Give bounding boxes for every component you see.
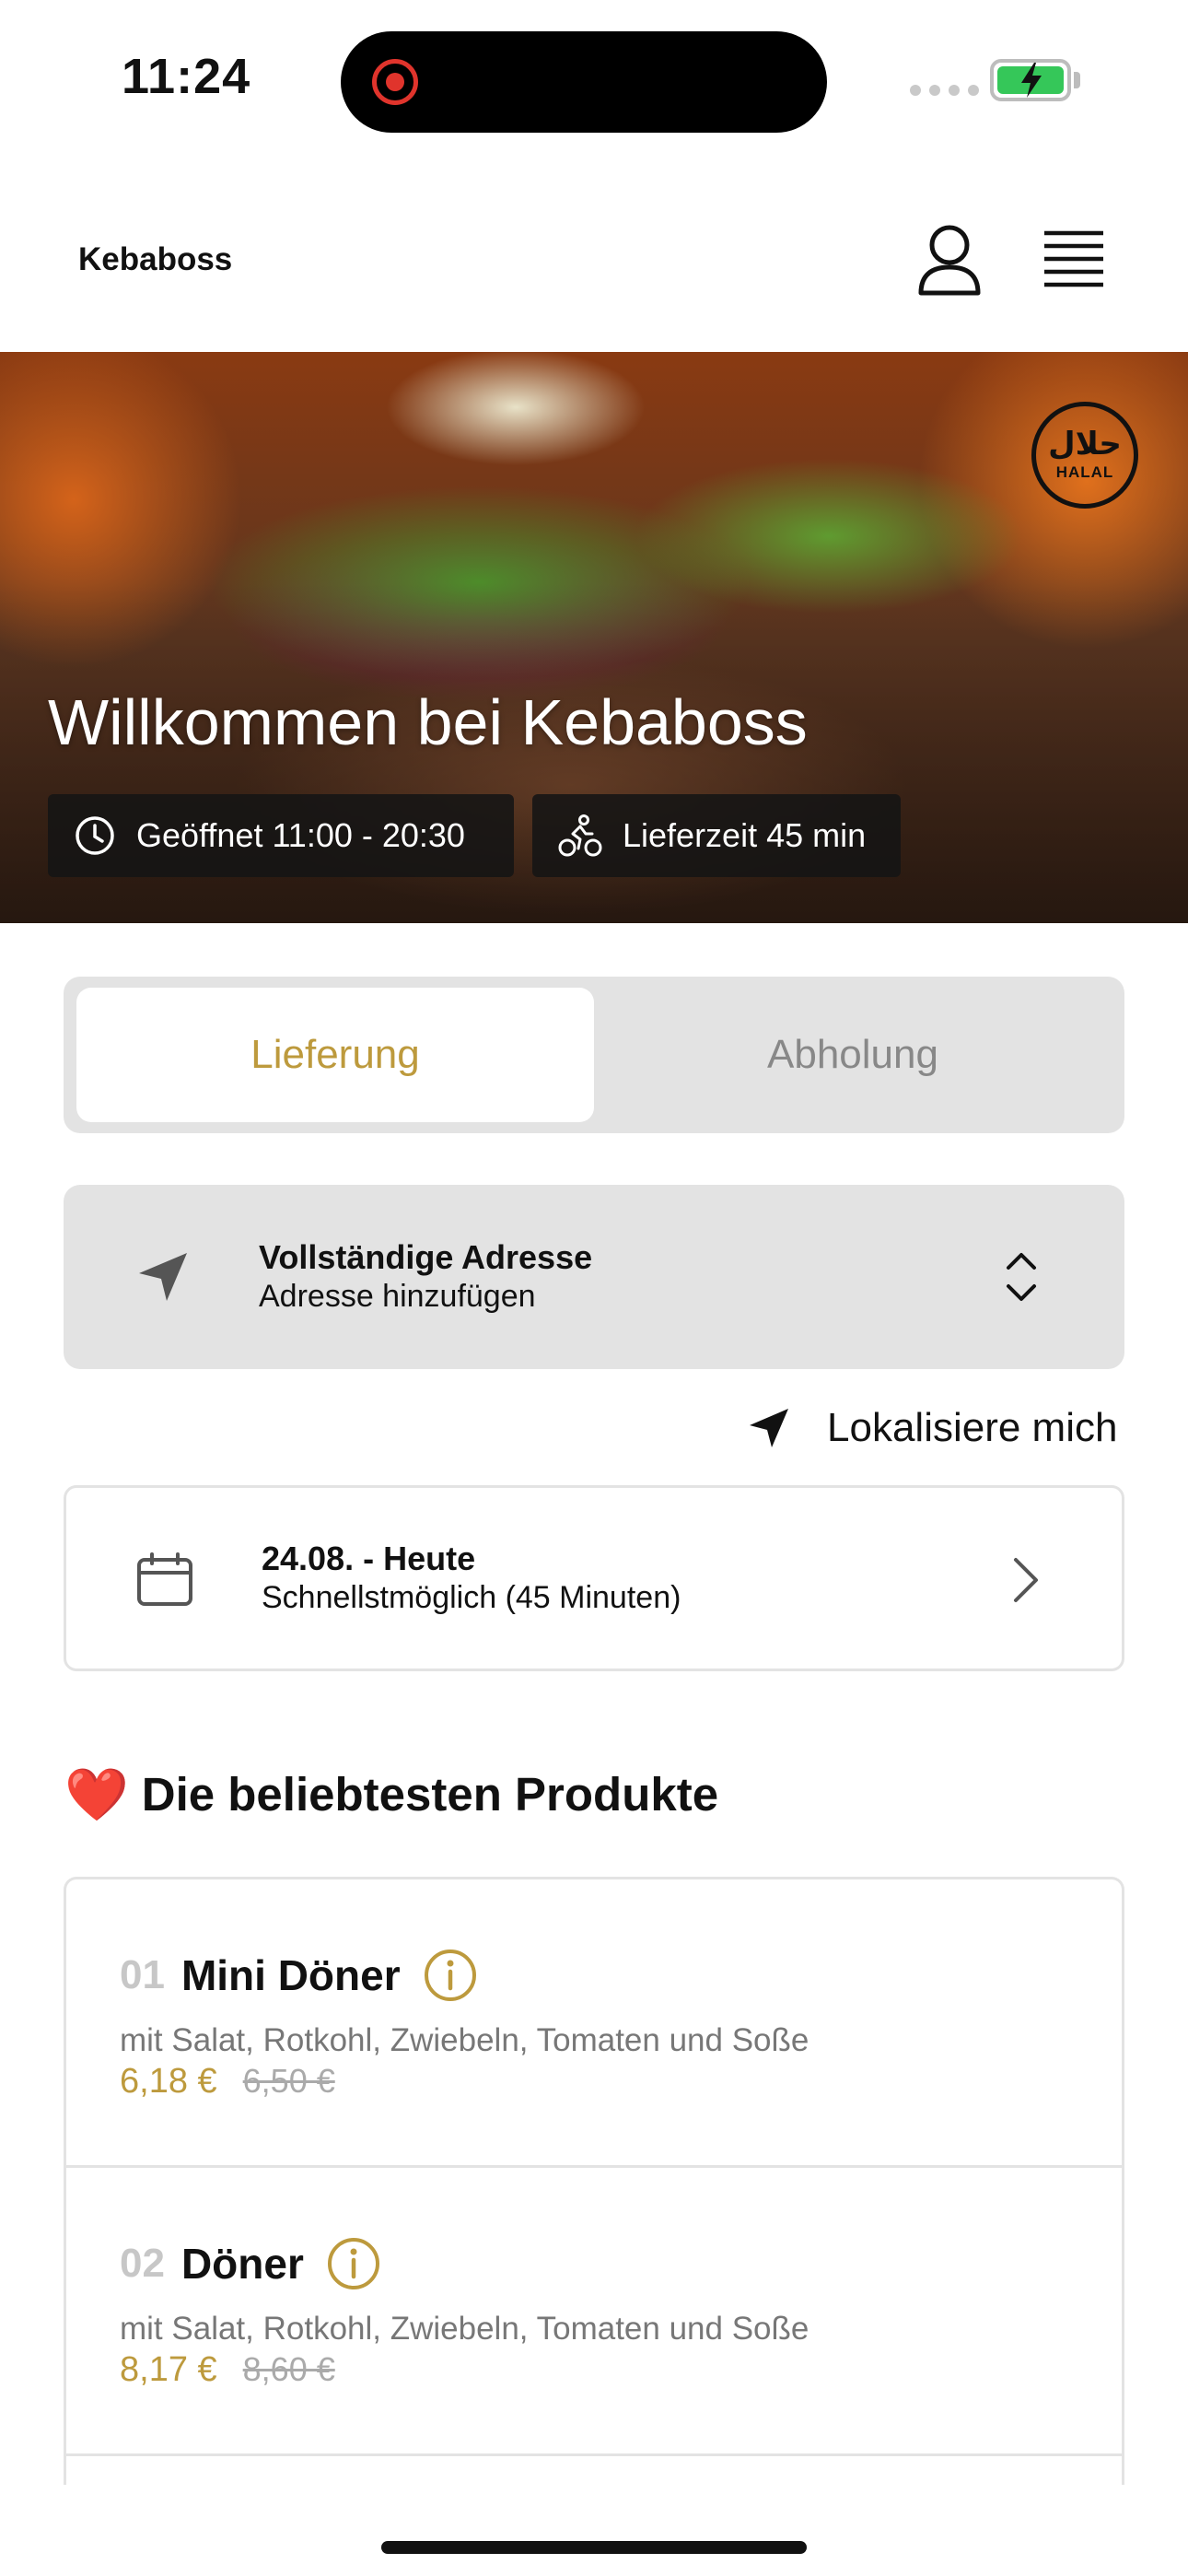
address-title: Vollständige Adresse bbox=[259, 1238, 593, 1276]
halal-badge-arabic: حلال bbox=[1048, 427, 1122, 462]
product-item-mini-doener[interactable]: 01 Mini Döner mit Salat, Rotkohl, Zwiebe… bbox=[66, 1879, 1122, 2168]
battery-charging-icon bbox=[990, 59, 1071, 101]
tab-delivery[interactable]: Lieferung bbox=[76, 988, 594, 1122]
tab-pickup[interactable]: Abholung bbox=[594, 988, 1112, 1122]
address-selector[interactable]: Vollständige Adresse Adresse hinzufügen bbox=[64, 1185, 1124, 1369]
status-time: 11:24 bbox=[122, 49, 251, 104]
popular-products-title: Die beliebtesten Produkte bbox=[141, 1768, 719, 1821]
bicycle-courier-icon bbox=[558, 814, 602, 857]
hamburger-menu-icon bbox=[1044, 230, 1103, 287]
product-old-price: 6,50 € bbox=[242, 2062, 335, 2100]
halal-badge: حلال HALAL bbox=[1031, 402, 1138, 509]
schedule-date: 24.08. - Heute bbox=[262, 1540, 476, 1577]
brand-name[interactable]: Kebaboss bbox=[78, 241, 232, 278]
cellular-signal-icon bbox=[910, 85, 979, 96]
address-subtitle: Adresse hinzufügen bbox=[259, 1279, 536, 1314]
battery-cap bbox=[1074, 72, 1080, 88]
locate-me-button[interactable]: Lokalisiere mich bbox=[748, 1400, 1117, 1456]
order-mode-toggle: Lieferung Abholung bbox=[64, 977, 1124, 1133]
calendar-icon bbox=[137, 1552, 192, 1606]
product-header: 01 Mini Döner bbox=[120, 1948, 478, 2003]
home-indicator[interactable] bbox=[381, 2541, 807, 2554]
chevron-right-icon bbox=[1014, 1558, 1038, 1602]
app-header: Kebaboss bbox=[0, 166, 1188, 352]
hero-banner: حلال HALAL Willkommen bei Kebaboss Geöff… bbox=[0, 352, 1188, 923]
hero-title: Willkommen bei Kebaboss bbox=[48, 686, 808, 758]
product-rank: 02 bbox=[120, 2241, 165, 2286]
popular-products-heading: ❤️ Die beliebtesten Produkte bbox=[64, 1767, 718, 1821]
account-button[interactable] bbox=[914, 221, 985, 299]
info-icon[interactable] bbox=[326, 2236, 381, 2291]
delivery-time-pill: Lieferzeit 45 min bbox=[532, 794, 901, 877]
status-bar: 11:24 bbox=[0, 0, 1188, 166]
delivery-time-text: Lieferzeit 45 min bbox=[623, 816, 867, 854]
product-header: 02 Döner bbox=[120, 2236, 381, 2291]
schedule-time: Schnellstmöglich (45 Minuten) bbox=[262, 1580, 681, 1615]
expand-collapse-chevrons-icon bbox=[1007, 1253, 1036, 1301]
product-name: Döner bbox=[181, 2240, 304, 2288]
product-prices: 6,18 € 6,50 € bbox=[120, 2062, 335, 2102]
product-description: mit Salat, Rotkohl, Zwiebeln, Tomaten un… bbox=[120, 2022, 809, 2058]
halal-badge-label: HALAL bbox=[1055, 463, 1114, 481]
product-item-doener[interactable]: 02 Döner mit Salat, Rotkohl, Zwiebeln, T… bbox=[66, 2168, 1122, 2456]
navigation-arrow-icon bbox=[139, 1253, 187, 1301]
product-price: 6,18 € bbox=[120, 2062, 217, 2101]
opening-hours-text: Geöffnet 11:00 - 20:30 bbox=[136, 816, 465, 854]
opening-hours-pill: Geöffnet 11:00 - 20:30 bbox=[48, 794, 514, 877]
product-old-price: 8,60 € bbox=[242, 2350, 335, 2388]
schedule-selector[interactable]: 24.08. - Heute Schnellstmöglich (45 Minu… bbox=[64, 1485, 1124, 1671]
product-rank: 01 bbox=[120, 1952, 165, 1997]
user-icon bbox=[918, 225, 981, 296]
clock-icon bbox=[76, 816, 114, 855]
product-price: 8,17 € bbox=[120, 2350, 217, 2389]
location-arrow-icon bbox=[750, 1409, 788, 1447]
menu-button[interactable] bbox=[1041, 228, 1107, 289]
info-icon[interactable] bbox=[423, 1948, 478, 2003]
product-name: Mini Döner bbox=[181, 1951, 401, 1999]
dynamic-island bbox=[341, 31, 827, 133]
locate-me-label: Lokalisiere mich bbox=[827, 1405, 1118, 1450]
product-description: mit Salat, Rotkohl, Zwiebeln, Tomaten un… bbox=[120, 2311, 809, 2347]
product-prices: 8,17 € 8,60 € bbox=[120, 2350, 335, 2390]
recording-indicator-icon bbox=[372, 59, 418, 105]
heart-icon: ❤️ bbox=[64, 1764, 129, 1823]
product-list: 01 Mini Döner mit Salat, Rotkohl, Zwiebe… bbox=[64, 1877, 1124, 2485]
